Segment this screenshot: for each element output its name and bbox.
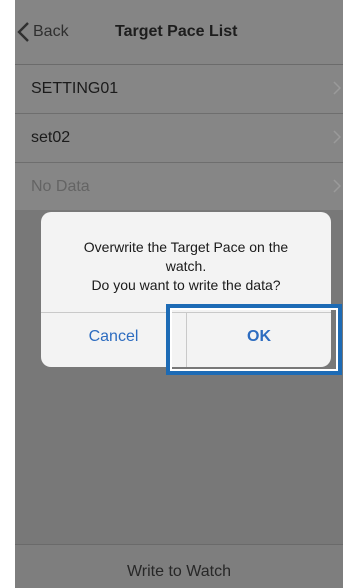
navigation-bar: Back Target Pace List	[15, 0, 343, 65]
write-to-watch-button[interactable]: Write to Watch	[15, 545, 343, 588]
chevron-left-icon	[17, 22, 29, 42]
chevron-right-icon	[333, 81, 341, 95]
bottom-toolbar: Write to Watch	[15, 544, 343, 588]
chevron-right-icon	[333, 179, 341, 193]
chevron-right-icon	[333, 130, 341, 144]
dialog-message: Overwrite the Target Pace on the watch. …	[51, 238, 321, 295]
list-item-label: No Data	[31, 178, 90, 195]
dialog-message-line: Do you want to write the data?	[91, 277, 281, 293]
list-item[interactable]: No Data	[15, 163, 343, 212]
dialog-message-line: watch.	[165, 258, 207, 274]
list-item[interactable]: SETTING01	[15, 65, 343, 114]
page-title: Target Pace List	[115, 23, 238, 40]
dialog-message-line: Overwrite the Target Pace on the	[83, 239, 289, 255]
list-item-label: SETTING01	[31, 80, 119, 97]
app-screen: Back Target Pace List SETTING01 set02 No…	[15, 0, 343, 588]
back-button[interactable]: Back	[17, 20, 69, 44]
list-item-label: set02	[31, 129, 71, 146]
back-label: Back	[33, 23, 69, 40]
list-item[interactable]: set02	[15, 114, 343, 163]
cancel-button[interactable]: Cancel	[41, 313, 186, 367]
ok-highlight-inner-frame	[170, 308, 338, 371]
